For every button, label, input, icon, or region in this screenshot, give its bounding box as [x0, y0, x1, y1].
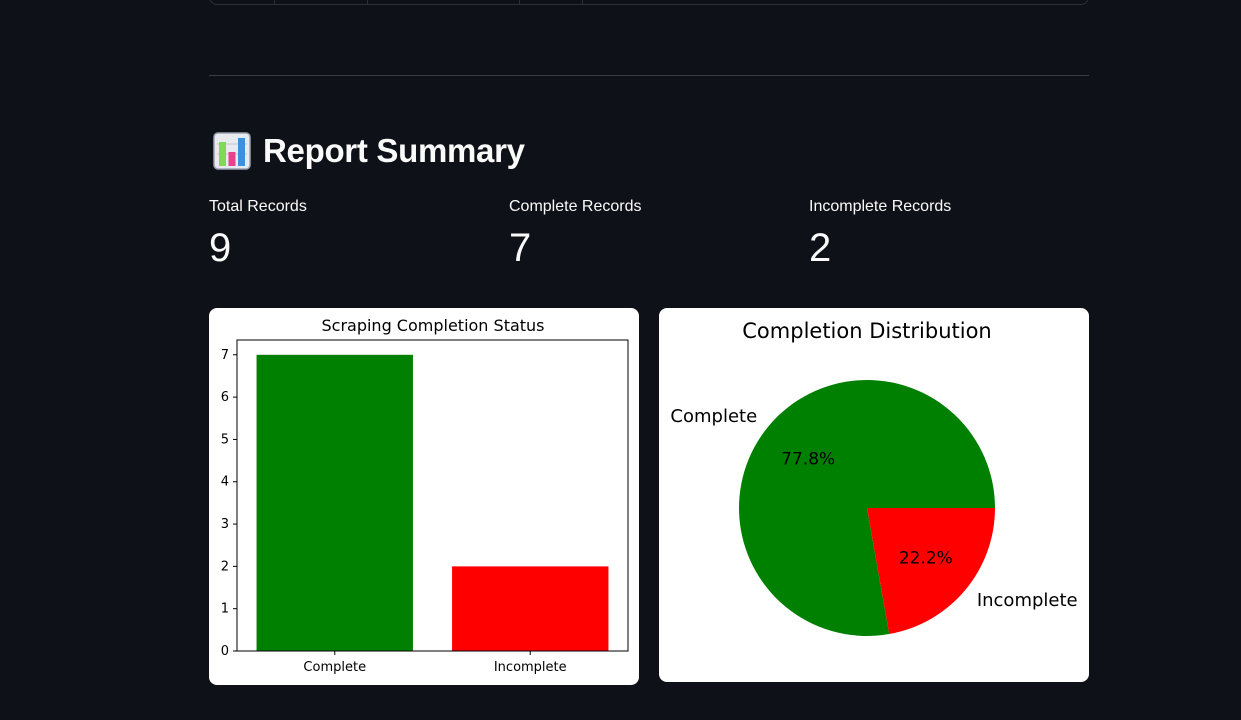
- pie-label: Complete: [670, 406, 757, 427]
- metric-value: 2: [809, 226, 832, 270]
- metric-complete-records: Complete Records 7: [509, 198, 809, 271]
- metric-incomplete-records: Incomplete Records 2: [809, 198, 1109, 271]
- y-tick-label: 5: [221, 432, 229, 447]
- pie-chart-title: Completion Distribution: [742, 319, 991, 343]
- bar-chart: Scraping Completion Status 0 1 2 3 4 5 6 7 Compl…: [221, 316, 629, 675]
- y-tick-label: 1: [221, 602, 229, 617]
- metric-value: 9: [209, 226, 232, 270]
- x-tick-label: Incomplete: [494, 660, 567, 675]
- metric-total-records: Total Records 9: [209, 198, 509, 271]
- y-tick-label: 2: [221, 559, 229, 574]
- pie-slice-incomplete: [867, 508, 995, 635]
- metric-value: 7: [509, 226, 532, 270]
- metric-label: Complete Records: [509, 198, 642, 215]
- x-tick-label: Complete: [303, 660, 366, 675]
- pie-percent-label: 22.2%: [899, 548, 953, 568]
- y-tick-label: 4: [221, 475, 229, 490]
- bar-chart-card: Scraping Completion Status 0 1 2 3 4 5 6 7 Compl…: [209, 308, 639, 685]
- pie-chart: Completion Distribution Complete 77.8% Inc…: [670, 319, 1078, 636]
- metric-label: Total Records: [209, 198, 307, 215]
- y-tick-label: 6: [221, 390, 229, 405]
- y-tick-label: 0: [221, 644, 229, 659]
- bar-complete: [256, 354, 413, 651]
- report-summary-heading: Report Summary: [213, 132, 525, 170]
- y-tick-label: 7: [221, 348, 229, 363]
- page-title: Report Summary: [263, 132, 525, 169]
- y-tick-label: 3: [221, 517, 229, 532]
- pie-label: Incomplete: [977, 590, 1078, 611]
- bar-incomplete: [452, 566, 609, 651]
- section-divider: [209, 75, 1089, 76]
- pie-percent-label: 77.8%: [781, 450, 835, 470]
- data-table-bottom-edge: [209, 0, 1089, 5]
- bar-chart-icon: [213, 132, 251, 170]
- bar-chart-title: Scraping Completion Status: [321, 316, 544, 335]
- metric-label: Incomplete Records: [809, 198, 952, 215]
- pie-chart-card: Completion Distribution Complete 77.8% Inc…: [659, 308, 1089, 682]
